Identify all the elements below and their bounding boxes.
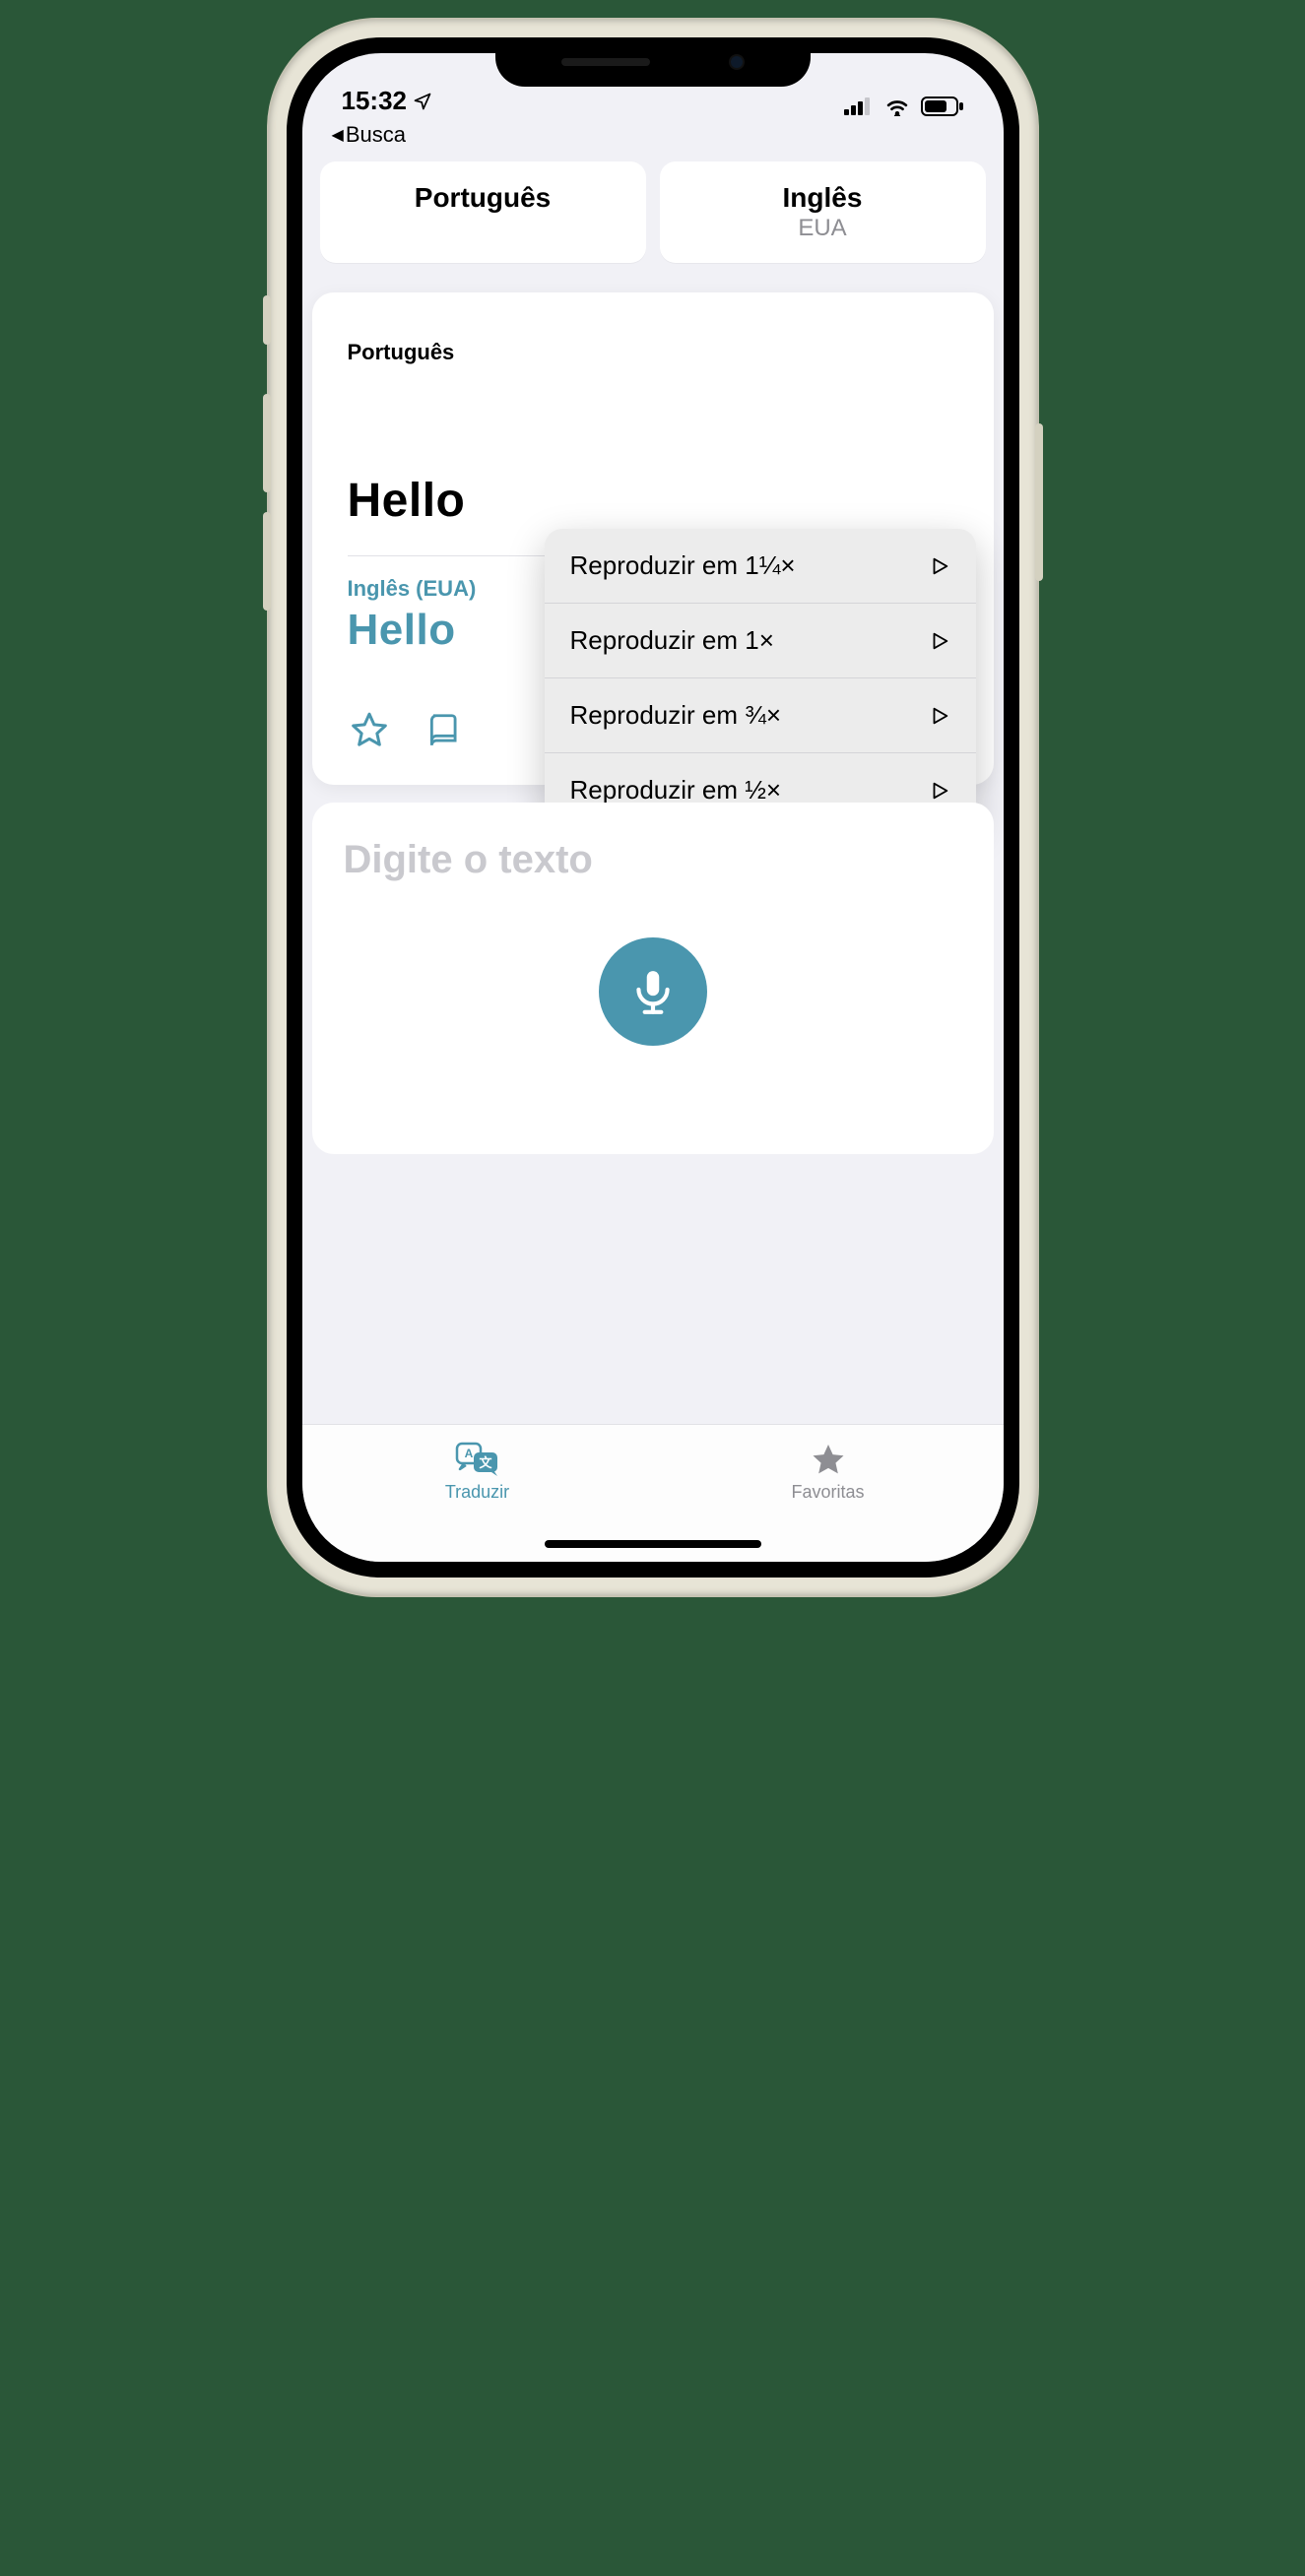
- power-button: [1035, 423, 1043, 581]
- source-language-name: Português: [330, 183, 636, 214]
- tab-favorites-label: Favoritas: [791, 1482, 864, 1503]
- back-chevron-icon: ◀: [332, 125, 344, 145]
- star-filled-icon: [809, 1441, 848, 1478]
- breadcrumb-back[interactable]: ◀ Busca: [302, 122, 1004, 161]
- speed-option-label: Reproduzir em ½×: [570, 775, 782, 805]
- translation-card: Português Hello Inglês (EUA) Hello: [312, 292, 994, 785]
- breadcrumb-label: Busca: [346, 122, 406, 148]
- source-language-button[interactable]: Português: [320, 161, 646, 263]
- play-outline-icon: [929, 630, 950, 652]
- microphone-button[interactable]: [599, 937, 707, 1046]
- notch: [495, 37, 811, 87]
- speed-option-1x[interactable]: Reproduzir em 1×: [545, 604, 976, 678]
- text-input[interactable]: Digite o texto: [344, 838, 962, 882]
- speed-option-label: Reproduzir em ¾×: [570, 700, 782, 731]
- play-outline-icon: [929, 705, 950, 727]
- dictionary-button[interactable]: [423, 708, 466, 751]
- tab-translate-label: Traduzir: [445, 1482, 509, 1503]
- source-text: Hello: [348, 474, 958, 528]
- wifi-icon: [883, 97, 911, 116]
- playback-speed-menu: Reproduzir em 1¼× Reproduzir em 1× Repro…: [545, 529, 976, 827]
- speed-option-0-75x[interactable]: Reproduzir em ¾×: [545, 678, 976, 753]
- speed-option-label: Reproduzir em 1×: [570, 625, 774, 656]
- play-outline-icon: [929, 555, 950, 577]
- tab-bar: A 文 Traduzir Favoritas: [302, 1424, 1004, 1562]
- home-indicator[interactable]: [545, 1540, 761, 1548]
- location-icon: [413, 92, 432, 111]
- svg-text:A: A: [464, 1447, 473, 1460]
- phone-frame: 15:32: [269, 20, 1037, 1595]
- language-selector-row: Português Inglês EUA: [302, 161, 1004, 263]
- target-language-region: EUA: [670, 216, 976, 241]
- silent-switch: [263, 295, 271, 345]
- volume-up-button: [263, 394, 271, 492]
- translate-icon: A 文: [454, 1441, 501, 1478]
- play-outline-icon: [929, 780, 950, 802]
- cellular-icon: [844, 97, 874, 115]
- target-language-name: Inglês: [670, 183, 976, 214]
- volume-down-button: [263, 512, 271, 611]
- microphone-icon: [628, 967, 678, 1016]
- favorite-button[interactable]: [348, 708, 391, 751]
- screen: 15:32: [302, 53, 1004, 1562]
- speed-option-label: Reproduzir em 1¼×: [570, 550, 796, 581]
- target-language-button[interactable]: Inglês EUA: [660, 161, 986, 263]
- source-language-label: Português: [348, 340, 958, 365]
- book-icon: [425, 711, 463, 748]
- status-time: 15:32: [342, 86, 408, 116]
- speed-option-1-25x[interactable]: Reproduzir em 1¼×: [545, 529, 976, 604]
- star-icon: [350, 710, 389, 749]
- text-input-card: Digite o texto: [312, 803, 994, 1154]
- svg-text:文: 文: [479, 1455, 492, 1470]
- battery-icon: [921, 97, 964, 116]
